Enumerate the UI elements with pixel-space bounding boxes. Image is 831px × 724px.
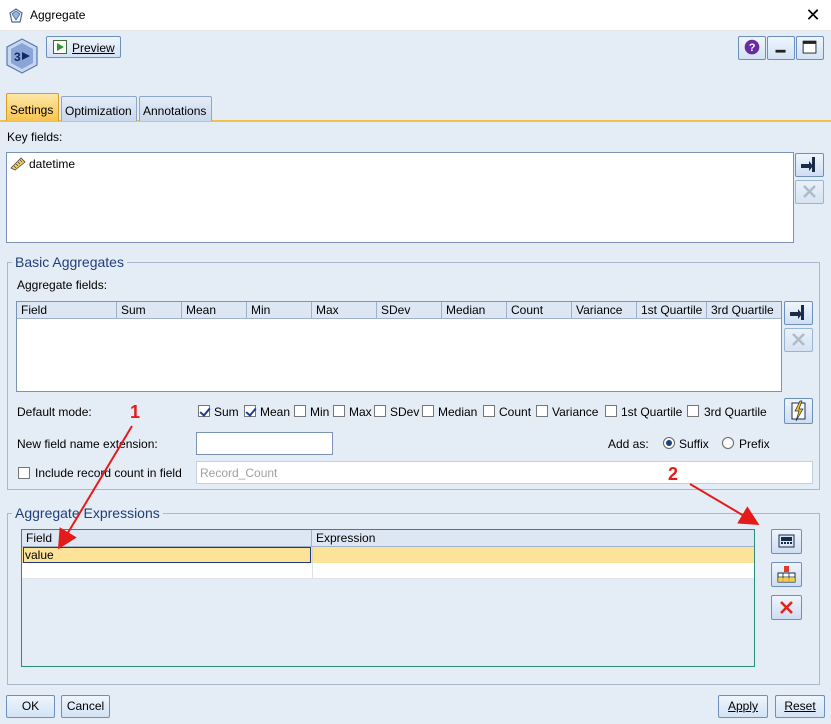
apply-button[interactable]: Apply <box>718 695 768 718</box>
ok-button[interactable]: OK <box>6 695 55 718</box>
annotation-arrows <box>57 425 760 550</box>
annotation-marker-1: 1 <box>130 402 141 422</box>
annotation-marker-2: 2 <box>668 464 679 484</box>
reset-button[interactable]: Reset <box>775 695 825 718</box>
cancel-button[interactable]: Cancel <box>61 695 110 718</box>
